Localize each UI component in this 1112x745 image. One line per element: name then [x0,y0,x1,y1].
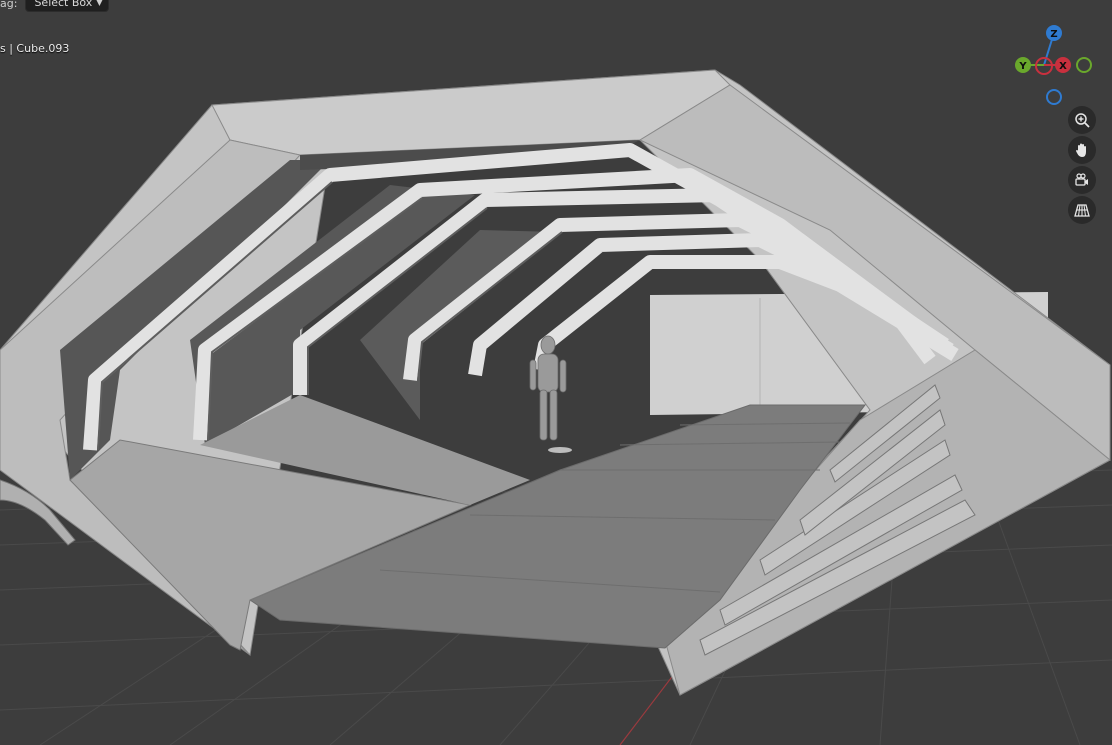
chevron-down-icon: ▼ [96,0,103,7]
pan-button[interactable] [1068,136,1096,164]
svg-text:Z: Z [1050,29,1057,40]
3d-viewport[interactable] [0,0,1112,745]
camera-view-button[interactable] [1068,166,1096,194]
drag-label: ag: [0,0,18,10]
drag-tool-header: ag: Select Box ▼ [0,0,110,12]
select-box-value: Select Box [34,0,93,9]
scene-canvas [0,69,1112,745]
grid-icon [1074,204,1090,217]
select-box-dropdown[interactable]: Select Box ▼ [25,0,110,12]
camera-icon [1075,173,1088,186]
perspective-toggle-button[interactable] [1068,196,1096,224]
svg-text:X: X [1059,61,1067,72]
hand-icon [1076,143,1086,157]
svg-text:Y: Y [1018,61,1027,72]
zoom-icon [1075,113,1090,128]
orientation-gizmo[interactable]: Z Y X [1010,22,1100,112]
zoom-button[interactable] [1068,106,1096,134]
object-info-text: s | Cube.093 [0,42,70,55]
